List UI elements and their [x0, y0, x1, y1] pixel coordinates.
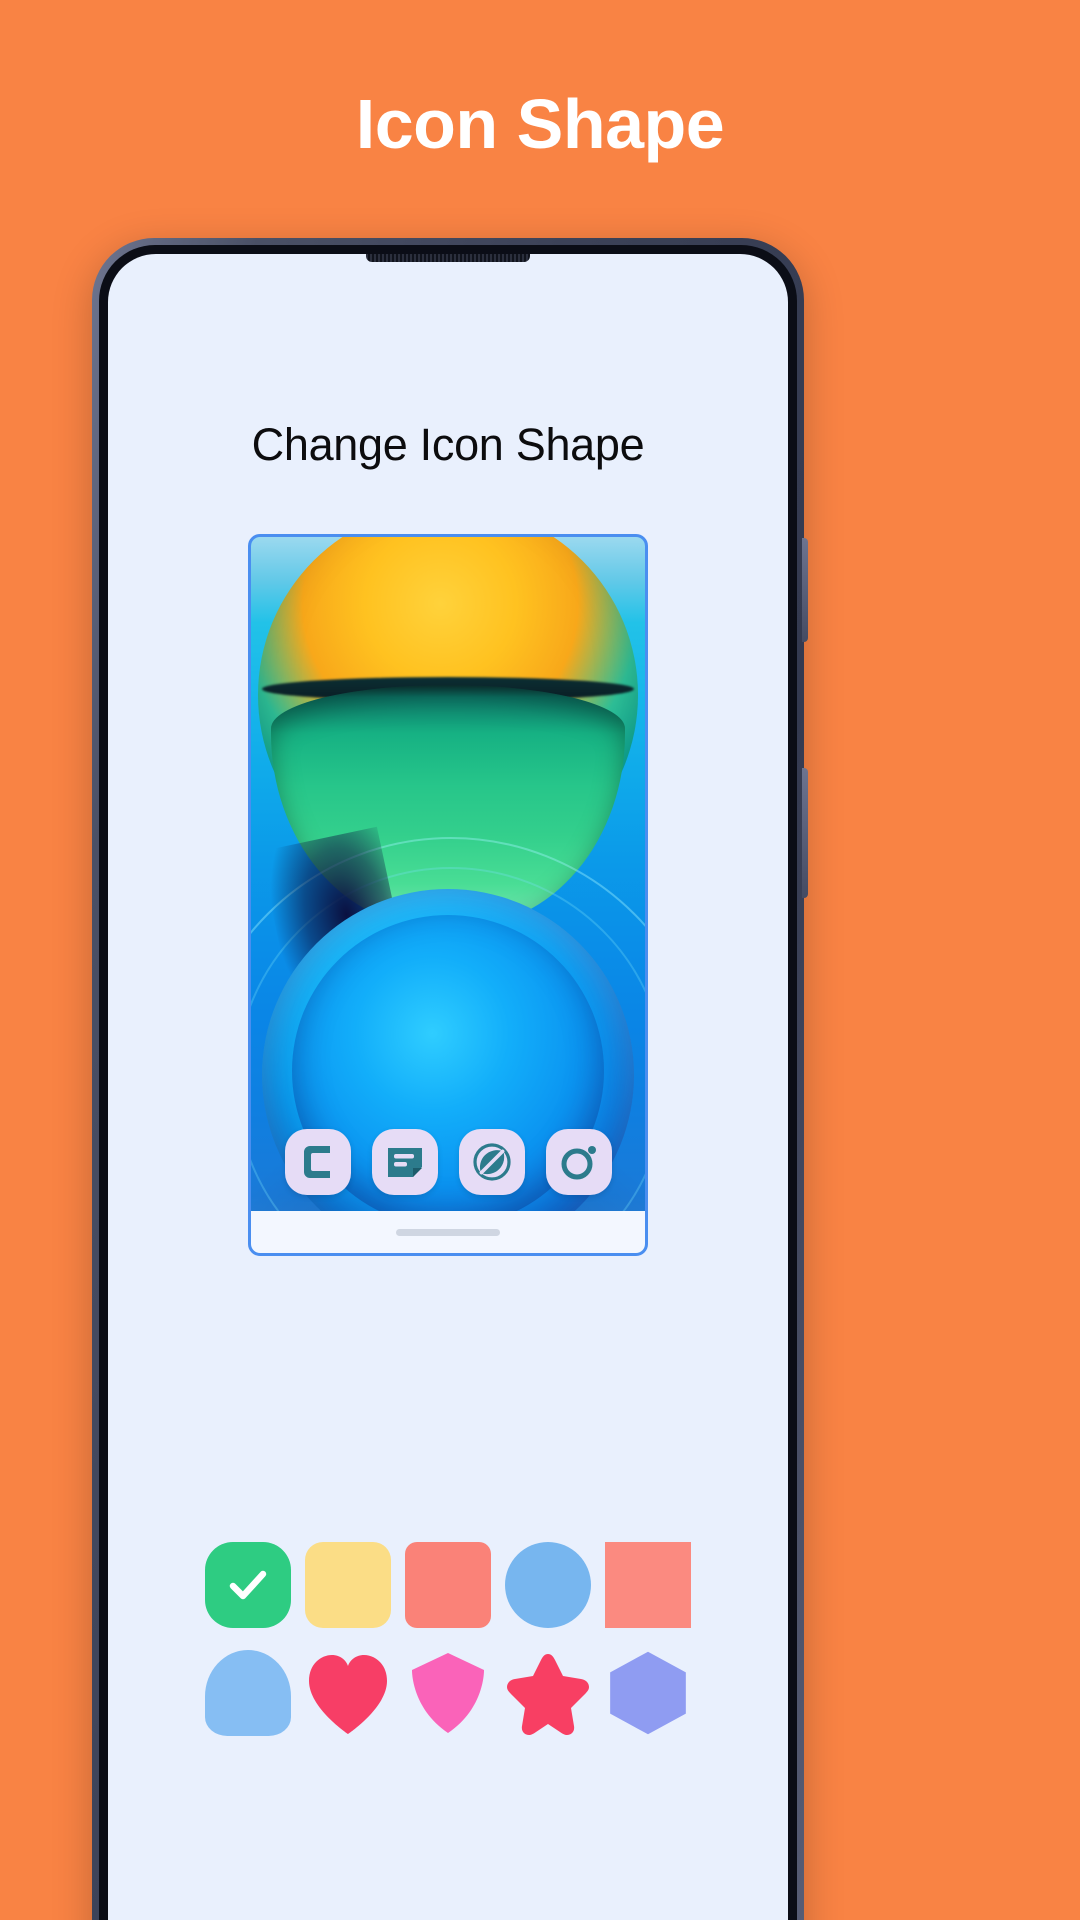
shape-swatch — [305, 1650, 391, 1736]
shape-option-squircle[interactable] — [205, 1542, 291, 1628]
shape-swatch — [205, 1650, 291, 1736]
shape-swatch — [605, 1542, 691, 1628]
shape-swatch — [305, 1542, 391, 1628]
shape-option-hexagon[interactable] — [605, 1650, 691, 1736]
shape-swatch — [610, 1651, 686, 1735]
phone-bezel: Change Icon Shape — [99, 245, 797, 1920]
shape-option-dome[interactable] — [205, 1650, 291, 1736]
preview-navigation-bar — [251, 1211, 645, 1253]
messages-icon — [385, 1143, 425, 1181]
phone-icon — [300, 1142, 336, 1182]
shape-option-square[interactable] — [605, 1542, 691, 1628]
dock-item-browser[interactable] — [458, 1129, 525, 1195]
volume-button[interactable] — [802, 538, 808, 642]
shape-option-heart[interactable] — [305, 1650, 391, 1736]
screen-title: Change Icon Shape — [251, 419, 645, 470]
phone-screen: Change Icon Shape — [108, 254, 788, 1920]
phone-device-frame: Change Icon Shape — [92, 238, 808, 1920]
home-indicator[interactable] — [396, 1228, 500, 1236]
dock-item-messages[interactable] — [371, 1129, 438, 1195]
earpiece-speaker-icon — [366, 254, 530, 262]
shape-swatch — [405, 1650, 491, 1736]
shape-picker-grid — [198, 1542, 698, 1736]
camera-icon — [559, 1143, 599, 1181]
dock-item-phone[interactable] — [284, 1129, 351, 1195]
preview-dock — [251, 1129, 645, 1195]
shape-option-rounded-square[interactable] — [305, 1542, 391, 1628]
shape-option-shield[interactable] — [405, 1650, 491, 1736]
wallpaper-preview-card[interactable] — [248, 534, 648, 1256]
check-icon — [229, 1570, 267, 1600]
shape-swatch — [505, 1542, 591, 1628]
shape-swatch — [505, 1650, 591, 1736]
shape-swatch — [405, 1542, 491, 1628]
power-button[interactable] — [802, 768, 808, 898]
shape-option-circle[interactable] — [505, 1542, 591, 1628]
shape-option-star[interactable] — [505, 1650, 591, 1736]
dock-item-camera[interactable] — [545, 1129, 612, 1195]
shape-option-rounded-rect[interactable] — [405, 1542, 491, 1628]
browser-icon — [472, 1142, 512, 1182]
page-title: Icon Shape — [355, 85, 725, 163]
